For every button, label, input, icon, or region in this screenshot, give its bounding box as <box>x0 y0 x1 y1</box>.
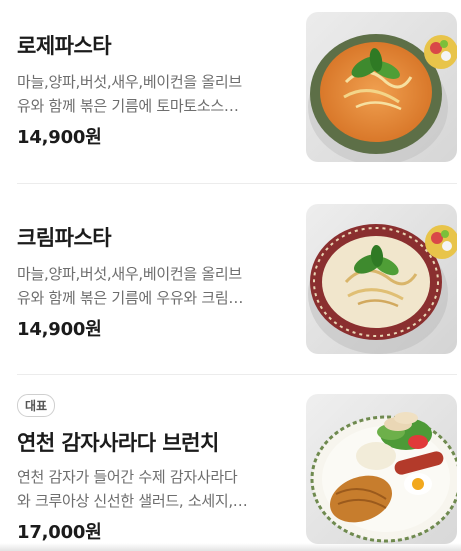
menu-item-info: 로제파스타 마늘,양파,버섯,새우,베이컨을 올리브 유와 함께 볶은 기름에 … <box>17 30 287 149</box>
menu-item-name: 연천 감자사라다 브런치 <box>17 431 219 455</box>
cream-pasta-photo[interactable] <box>306 204 457 354</box>
menu-item-info: 크림파스타 마늘,양파,버섯,새우,베이컨을 올리브 유와 함께 볶은 기름에 … <box>17 222 287 341</box>
rose-pasta-image <box>306 12 457 162</box>
description-line: 유와 함께 볶은 기름에 우유와 크림… <box>17 289 244 307</box>
description-line: 마늘,양파,버섯,새우,베이컨을 올리브 <box>17 265 242 283</box>
menu-item-name: 로제파스타 <box>17 34 112 58</box>
menu-item-price: 17,000원 <box>17 522 102 543</box>
description-line: 연천 감자가 들어간 수제 감자사라다 <box>17 468 238 486</box>
menu-list: 로제파스타 마늘,양파,버섯,새우,베이컨을 올리브 유와 함께 볶은 기름에 … <box>0 0 461 551</box>
menu-item-potato-salad-brunch[interactable]: 대표 연천 감자사라다 브런치 연천 감자가 들어간 수제 감자사라다 와 크루… <box>0 375 461 551</box>
menu-item-info: 대표 연천 감자사라다 브런치 연천 감자가 들어간 수제 감자사라다 와 크루… <box>17 394 287 544</box>
cream-pasta-image <box>306 204 457 354</box>
potato-salad-brunch-photo[interactable] <box>306 394 457 544</box>
menu-item-name: 크림파스타 <box>17 226 112 250</box>
menu-item-rose-pasta[interactable]: 로제파스타 마늘,양파,버섯,새우,베이컨을 올리브 유와 함께 볶은 기름에 … <box>0 0 461 183</box>
description-line: 유와 함께 볶은 기름에 토마토소스… <box>17 97 239 115</box>
menu-item-description: 마늘,양파,버섯,새우,베이컨을 올리브 유와 함께 볶은 기름에 토마토소스… <box>17 70 287 118</box>
menu-item-price: 14,900원 <box>17 127 102 148</box>
menu-item-description: 마늘,양파,버섯,새우,베이컨을 올리브 유와 함께 볶은 기름에 우유와 크림… <box>17 262 287 310</box>
rose-pasta-photo[interactable] <box>306 12 457 162</box>
menu-item-description: 연천 감자가 들어간 수제 감자사라다 와 크루아상 신선한 샐러드, 소세지,… <box>17 465 287 513</box>
description-line: 와 크루아상 신선한 샐러드, 소세지,… <box>17 492 248 510</box>
description-line: 마늘,양파,버섯,새우,베이컨을 올리브 <box>17 73 242 91</box>
potato-salad-brunch-image <box>306 394 457 544</box>
signature-badge: 대표 <box>17 394 56 417</box>
bottom-fade <box>0 543 461 551</box>
menu-item-price: 14,900원 <box>17 319 102 340</box>
menu-item-cream-pasta[interactable]: 크림파스타 마늘,양파,버섯,새우,베이컨을 올리브 유와 함께 볶은 기름에 … <box>0 184 461 374</box>
